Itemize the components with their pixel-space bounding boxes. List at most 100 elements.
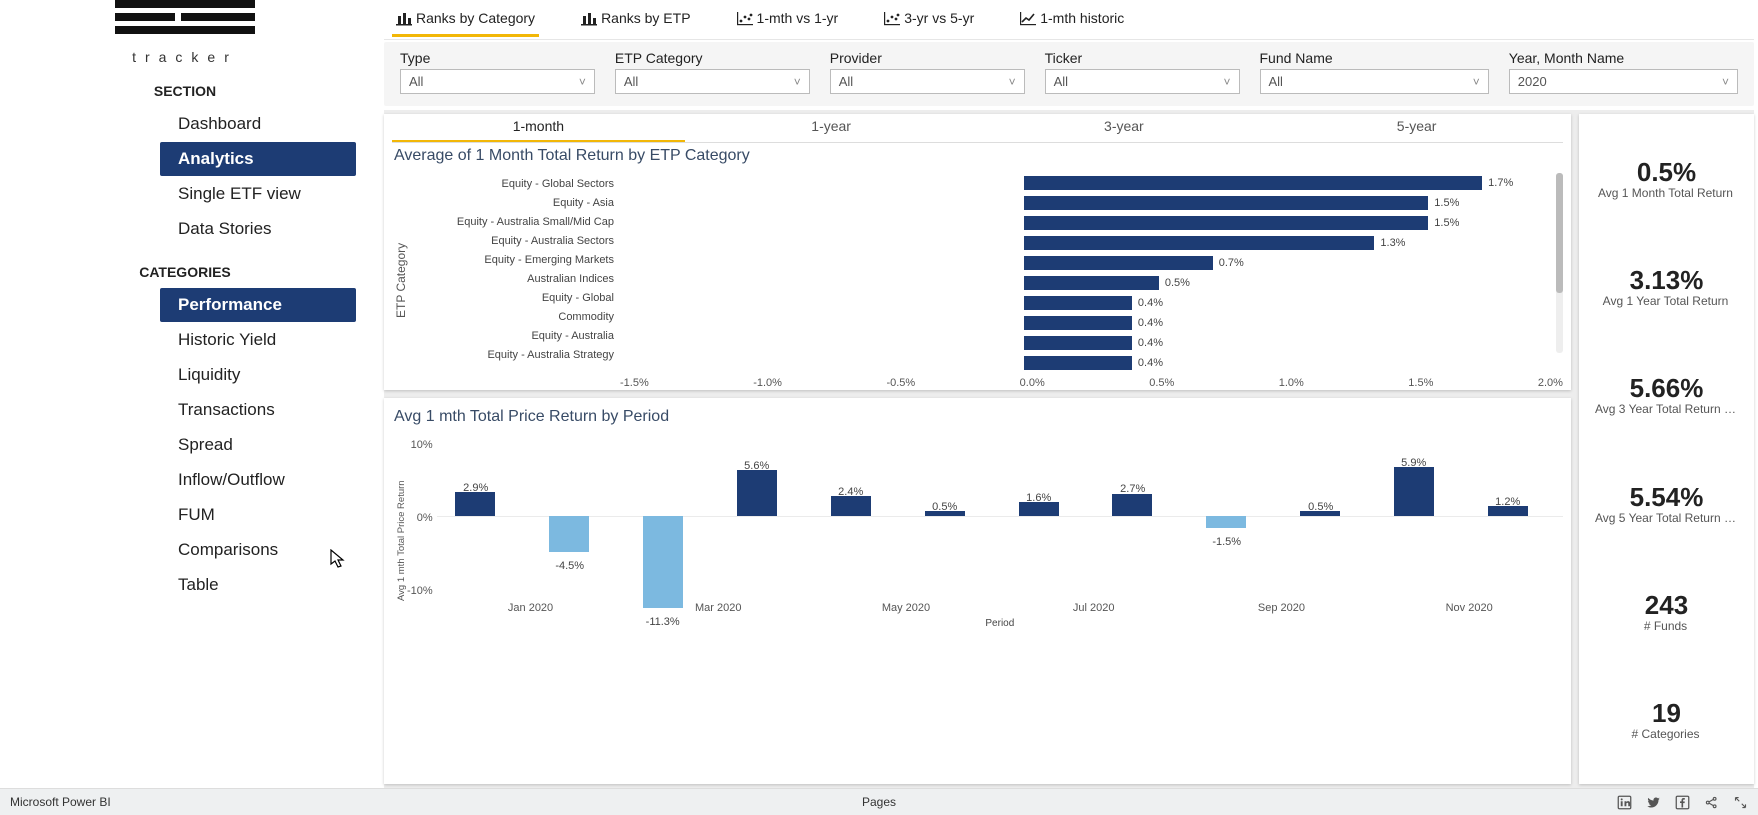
subtab-5-year[interactable]: 5-year [1270,114,1563,142]
hbar-xtick: -0.5% [886,377,915,390]
col-bar[interactable] [1394,467,1434,515]
hbar-scrollbar[interactable] [1556,173,1563,353]
kpi-card[interactable]: 243# Funds [1583,586,1750,637]
col-xtick: Jan 2020 [437,602,625,614]
hbar-category-label: Equity - Global Sectors [410,175,614,193]
col-value-label: -11.3% [646,616,680,628]
nav-category-table[interactable]: Table [160,568,356,602]
hbar-chart[interactable]: ETP Category Equity - Global SectorsEqui… [392,173,1563,388]
hbar-bar[interactable] [1024,236,1374,250]
nav-section-single-etf-view[interactable]: Single ETF view [160,177,356,211]
col-bar[interactable] [643,516,683,608]
kpi-label: Avg 5 Year Total Return … [1583,511,1748,525]
sub-tabs: 1-month1-year3-year5-year [392,114,1563,142]
col-value-label: 0.5% [1308,501,1333,513]
nav-section-data-stories[interactable]: Data Stories [160,212,356,246]
slicer-dropdown[interactable]: All˅ [1045,69,1240,94]
top-tab-3-yr-vs-5-yr[interactable]: 3-yr vs 5-yr [880,2,978,37]
subtab-1-year[interactable]: 1-year [685,114,978,142]
kpi-card[interactable]: 5.54%Avg 5 Year Total Return … [1583,478,1750,529]
col-value-label: 2.7% [1120,483,1145,495]
top-tab-ranks-by-etp[interactable]: Ranks by ETP [577,2,694,37]
hbar-category-label: Equity - Australia Strategy [410,346,614,364]
hbar-bar[interactable] [1024,276,1159,290]
kpi-card[interactable]: 19# Categories [1583,694,1750,745]
nav-section-dashboard[interactable]: Dashboard [160,107,356,141]
logo-mark-icon [105,0,265,40]
hbar-xtick: -1.0% [753,377,782,390]
hbar-category-label: Commodity [410,308,614,326]
col-bar[interactable] [831,496,871,516]
kpi-value: 5.66% [1583,373,1750,404]
slicer-etp-category: ETP CategoryAll˅ [605,48,820,100]
kpi-label: Avg 1 Month Total Return [1583,186,1748,200]
slicer-dropdown[interactable]: All˅ [615,69,810,94]
hbar-bar[interactable] [1024,176,1482,190]
subtab-1-month[interactable]: 1-month [392,114,685,142]
share-icon[interactable] [1704,795,1719,810]
slicer-dropdown[interactable]: All˅ [400,69,595,94]
col-bar[interactable] [455,492,495,516]
chevron-down-icon: ˅ [1009,75,1016,89]
hbar-scroll-thumb[interactable] [1556,173,1563,293]
hbar-bar[interactable] [1024,296,1132,310]
col-bar[interactable] [549,516,589,553]
nav-category-fum[interactable]: FUM [160,498,356,532]
col-xtick: Jul 2020 [1000,602,1188,614]
hbar-bar[interactable] [1024,316,1132,330]
nav-category-historic-yield[interactable]: Historic Yield [160,323,356,357]
hbar-x-axis: -1.5%-1.0%-0.5%0.0%0.5%1.0%1.5%2.0% [620,377,1563,390]
col-value-label: 5.9% [1401,457,1426,469]
slicer-label: Provider [830,50,1025,69]
col-bar[interactable] [737,470,777,516]
chevron-down-icon: ˅ [1722,75,1729,89]
top-tab-1-mth-historic[interactable]: 1-mth historic [1016,2,1128,37]
col-bar[interactable] [1206,516,1246,528]
hbar-bar[interactable] [1024,216,1428,230]
nav-category-transactions[interactable]: Transactions [160,393,356,427]
nav-section-analytics[interactable]: Analytics [160,142,356,176]
col-ytick: 10% [407,439,433,451]
col-ytick: -10% [407,585,433,597]
nav-category-liquidity[interactable]: Liquidity [160,358,356,392]
hbar-xtick: 1.5% [1408,377,1433,390]
hbar-bar[interactable] [1024,196,1428,210]
hbar-value-label: 0.7% [1219,257,1244,269]
slicer-row: TypeAll˅ETP CategoryAll˅ProviderAll˅Tick… [384,42,1754,106]
hbar-bar[interactable] [1024,256,1213,270]
fullscreen-icon[interactable] [1733,795,1748,810]
nav-category-comparisons[interactable]: Comparisons [160,533,356,567]
subtab-3-year[interactable]: 3-year [978,114,1271,142]
col-value-label: -1.5% [1212,536,1241,548]
twitter-icon[interactable] [1646,795,1661,810]
kpi-card[interactable]: 3.13%Avg 1 Year Total Return [1583,261,1750,312]
top-tab-1-mth-vs-1-yr[interactable]: 1-mth vs 1-yr [733,2,843,37]
footer-pages-label[interactable]: Pages [862,795,896,809]
kpi-label: Avg 1 Year Total Return [1583,294,1748,308]
top-tab-ranks-by-category[interactable]: Ranks by Category [392,2,539,37]
logo-text: tracker [0,49,370,65]
column-chart[interactable]: Avg 1 mth Total Price Return 10%0%-10% J… [392,434,1563,629]
nav-category-performance[interactable]: Performance [160,288,356,322]
slicer-dropdown[interactable]: 2020˅ [1509,69,1738,94]
kpi-value: 0.5% [1583,157,1750,188]
slicer-dropdown[interactable]: All˅ [830,69,1025,94]
nav-category-inflow-outflow[interactable]: Inflow/Outflow [160,463,356,497]
col-bar[interactable] [1112,494,1152,516]
col-ytick: 0% [407,512,433,524]
linkedin-icon[interactable] [1617,795,1632,810]
nav-category-spread[interactable]: Spread [160,428,356,462]
kpi-card[interactable]: 0.5%Avg 1 Month Total Return [1583,153,1750,204]
kpi-value: 5.54% [1583,482,1750,513]
col-x-axis-title: Period [437,618,1563,629]
hbar-xtick: -1.5% [620,377,649,390]
slicer-dropdown[interactable]: All˅ [1260,69,1489,94]
facebook-icon[interactable] [1675,795,1690,810]
hbar-bar[interactable] [1024,336,1132,350]
col-value-label: 1.2% [1495,496,1520,508]
hbar-bar[interactable] [1024,356,1132,370]
footer-bar: Microsoft Power BI Pages [0,788,1758,815]
col-value-label: -4.5% [555,560,584,572]
kpi-card[interactable]: 5.66%Avg 3 Year Total Return … [1583,369,1750,420]
chart-panel-top: 1-month1-year3-year5-year Average of 1 M… [384,114,1571,390]
